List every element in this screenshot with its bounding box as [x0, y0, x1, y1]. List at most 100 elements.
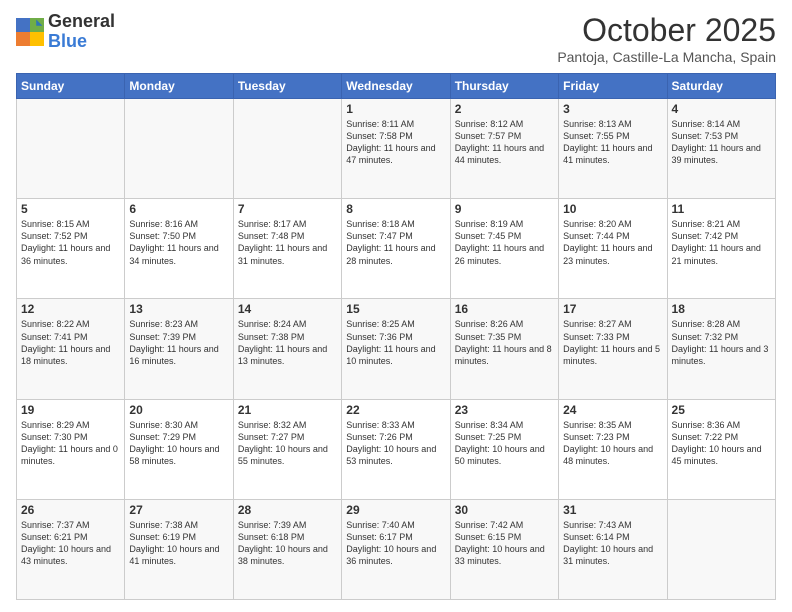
day-info: Sunrise: 8:17 AM Sunset: 7:48 PM Dayligh… — [238, 218, 337, 267]
calendar-cell: 9 Sunrise: 8:19 AM Sunset: 7:45 PM Daylig… — [450, 199, 558, 299]
day-number: 20 — [129, 403, 228, 417]
calendar-cell: 29Sunrise: 7:40 AM Sunset: 6:17 PM Dayli… — [342, 499, 450, 599]
day-info: Sunrise: 7:39 AM Sunset: 6:18 PM Dayligh… — [238, 519, 337, 568]
day-number: 25 — [672, 403, 771, 417]
day-number: 21 — [238, 403, 337, 417]
calendar-cell — [17, 99, 125, 199]
weekday-header-monday: Monday — [125, 74, 233, 99]
day-info: Sunrise: 8:12 AM Sunset: 7:57 PM Dayligh… — [455, 118, 554, 167]
day-info: Sunrise: 7:38 AM Sunset: 6:19 PM Dayligh… — [129, 519, 228, 568]
day-number: 8 — [346, 202, 445, 216]
day-number: 31 — [563, 503, 662, 517]
calendar-week-5: 26 Sunrise: 7:37 AM Sunset: 6:21 PM Dayli… — [17, 499, 776, 599]
day-info: Sunrise: 8:23 AM Sunset: 7:39 PM Dayligh… — [129, 318, 228, 367]
day-info: Sunrise: 8:32 AM Sunset: 7:27 PM Dayligh… — [238, 419, 337, 468]
logo-icon — [16, 18, 44, 46]
weekday-header-saturday: Saturday — [667, 74, 775, 99]
calendar-week-3: 12 Sunrise: 8:22 AM Sunset: 7:41 PM Dayli… — [17, 299, 776, 399]
calendar-cell: 4 Sunrise: 8:14 AM Sunset: 7:53 PM Daylig… — [667, 99, 775, 199]
day-info: Sunrise: 7:40 AM Sunset: 6:17 PM Dayligh… — [346, 519, 445, 568]
location: Pantoja, Castille-La Mancha, Spain — [557, 49, 776, 65]
day-info: Sunrise: 7:42 AM Sunset: 6:15 PM Dayligh… — [455, 519, 554, 568]
calendar-cell: 19Sunrise: 8:29 AM Sunset: 7:30 PM Dayli… — [17, 399, 125, 499]
logo-text: General Blue — [48, 12, 115, 52]
day-number: 16 — [455, 302, 554, 316]
calendar-cell: 25Sunrise: 8:36 AM Sunset: 7:22 PM Dayli… — [667, 399, 775, 499]
day-info: Sunrise: 7:43 AM Sunset: 6:14 PM Dayligh… — [563, 519, 662, 568]
calendar-week-4: 19Sunrise: 8:29 AM Sunset: 7:30 PM Dayli… — [17, 399, 776, 499]
day-number: 11 — [672, 202, 771, 216]
calendar-week-2: 5 Sunrise: 8:15 AM Sunset: 7:52 PM Daylig… — [17, 199, 776, 299]
calendar-cell: 18Sunrise: 8:28 AM Sunset: 7:32 PM Dayli… — [667, 299, 775, 399]
calendar-table: SundayMondayTuesdayWednesdayThursdayFrid… — [16, 73, 776, 600]
calendar-cell: 27 Sunrise: 7:38 AM Sunset: 6:19 PM Dayli… — [125, 499, 233, 599]
day-info: Sunrise: 8:18 AM Sunset: 7:47 PM Dayligh… — [346, 218, 445, 267]
day-number: 10 — [563, 202, 662, 216]
calendar-cell: 12 Sunrise: 8:22 AM Sunset: 7:41 PM Dayli… — [17, 299, 125, 399]
weekday-header-wednesday: Wednesday — [342, 74, 450, 99]
day-info: Sunrise: 8:21 AM Sunset: 7:42 PM Dayligh… — [672, 218, 771, 267]
calendar-cell: 7Sunrise: 8:17 AM Sunset: 7:48 PM Daylig… — [233, 199, 341, 299]
calendar-cell — [233, 99, 341, 199]
calendar-cell: 16 Sunrise: 8:26 AM Sunset: 7:35 PM Dayli… — [450, 299, 558, 399]
day-info: Sunrise: 8:13 AM Sunset: 7:55 PM Dayligh… — [563, 118, 662, 167]
day-info: Sunrise: 8:19 AM Sunset: 7:45 PM Dayligh… — [455, 218, 554, 267]
calendar-cell: 15 Sunrise: 8:25 AM Sunset: 7:36 PM Dayli… — [342, 299, 450, 399]
day-info: Sunrise: 8:33 AM Sunset: 7:26 PM Dayligh… — [346, 419, 445, 468]
day-info: Sunrise: 8:30 AM Sunset: 7:29 PM Dayligh… — [129, 419, 228, 468]
weekday-header-sunday: Sunday — [17, 74, 125, 99]
day-number: 24 — [563, 403, 662, 417]
calendar-cell: 5 Sunrise: 8:15 AM Sunset: 7:52 PM Daylig… — [17, 199, 125, 299]
calendar-cell: 23Sunrise: 8:34 AM Sunset: 7:25 PM Dayli… — [450, 399, 558, 499]
day-number: 6 — [129, 202, 228, 216]
day-number: 9 — [455, 202, 554, 216]
month-title: October 2025 — [557, 12, 776, 49]
day-number: 15 — [346, 302, 445, 316]
calendar-cell: 2Sunrise: 8:12 AM Sunset: 7:57 PM Daylig… — [450, 99, 558, 199]
calendar-cell: 26 Sunrise: 7:37 AM Sunset: 6:21 PM Dayli… — [17, 499, 125, 599]
calendar-cell: 31 Sunrise: 7:43 AM Sunset: 6:14 PM Dayli… — [559, 499, 667, 599]
day-info: Sunrise: 8:24 AM Sunset: 7:38 PM Dayligh… — [238, 318, 337, 367]
calendar-cell: 8 Sunrise: 8:18 AM Sunset: 7:47 PM Daylig… — [342, 199, 450, 299]
calendar-cell: 11 Sunrise: 8:21 AM Sunset: 7:42 PM Dayli… — [667, 199, 775, 299]
calendar-cell: 22Sunrise: 8:33 AM Sunset: 7:26 PM Dayli… — [342, 399, 450, 499]
day-info: Sunrise: 8:27 AM Sunset: 7:33 PM Dayligh… — [563, 318, 662, 367]
calendar-cell: 13 Sunrise: 8:23 AM Sunset: 7:39 PM Dayli… — [125, 299, 233, 399]
weekday-header-friday: Friday — [559, 74, 667, 99]
day-info: Sunrise: 8:26 AM Sunset: 7:35 PM Dayligh… — [455, 318, 554, 367]
day-info: Sunrise: 7:37 AM Sunset: 6:21 PM Dayligh… — [21, 519, 120, 568]
calendar-cell — [125, 99, 233, 199]
logo-general: General — [48, 11, 115, 31]
logo-blue: Blue — [48, 31, 87, 51]
day-info: Sunrise: 8:35 AM Sunset: 7:23 PM Dayligh… — [563, 419, 662, 468]
day-number: 30 — [455, 503, 554, 517]
calendar-cell: 17Sunrise: 8:27 AM Sunset: 7:33 PM Dayli… — [559, 299, 667, 399]
day-number: 1 — [346, 102, 445, 116]
day-number: 23 — [455, 403, 554, 417]
day-info: Sunrise: 8:14 AM Sunset: 7:53 PM Dayligh… — [672, 118, 771, 167]
calendar-cell: 14Sunrise: 8:24 AM Sunset: 7:38 PM Dayli… — [233, 299, 341, 399]
calendar-header: SundayMondayTuesdayWednesdayThursdayFrid… — [17, 74, 776, 99]
calendar-cell: 24 Sunrise: 8:35 AM Sunset: 7:23 PM Dayli… — [559, 399, 667, 499]
day-number: 5 — [21, 202, 120, 216]
day-number: 18 — [672, 302, 771, 316]
header-right: October 2025 Pantoja, Castille-La Mancha… — [557, 12, 776, 65]
weekday-header-thursday: Thursday — [450, 74, 558, 99]
day-number: 4 — [672, 102, 771, 116]
day-info: Sunrise: 8:11 AM Sunset: 7:58 PM Dayligh… — [346, 118, 445, 167]
logo: General Blue — [16, 12, 115, 52]
day-info: Sunrise: 8:20 AM Sunset: 7:44 PM Dayligh… — [563, 218, 662, 267]
calendar-body: 1 Sunrise: 8:11 AM Sunset: 7:58 PM Daylig… — [17, 99, 776, 600]
calendar-cell: 21 Sunrise: 8:32 AM Sunset: 7:27 PM Dayli… — [233, 399, 341, 499]
day-info: Sunrise: 8:15 AM Sunset: 7:52 PM Dayligh… — [21, 218, 120, 267]
day-number: 28 — [238, 503, 337, 517]
day-number: 13 — [129, 302, 228, 316]
day-number: 27 — [129, 503, 228, 517]
calendar-week-1: 1 Sunrise: 8:11 AM Sunset: 7:58 PM Daylig… — [17, 99, 776, 199]
calendar-cell: 6Sunrise: 8:16 AM Sunset: 7:50 PM Daylig… — [125, 199, 233, 299]
day-info: Sunrise: 8:25 AM Sunset: 7:36 PM Dayligh… — [346, 318, 445, 367]
day-number: 26 — [21, 503, 120, 517]
day-info: Sunrise: 8:22 AM Sunset: 7:41 PM Dayligh… — [21, 318, 120, 367]
day-number: 12 — [21, 302, 120, 316]
weekday-header-row: SundayMondayTuesdayWednesdayThursdayFrid… — [17, 74, 776, 99]
